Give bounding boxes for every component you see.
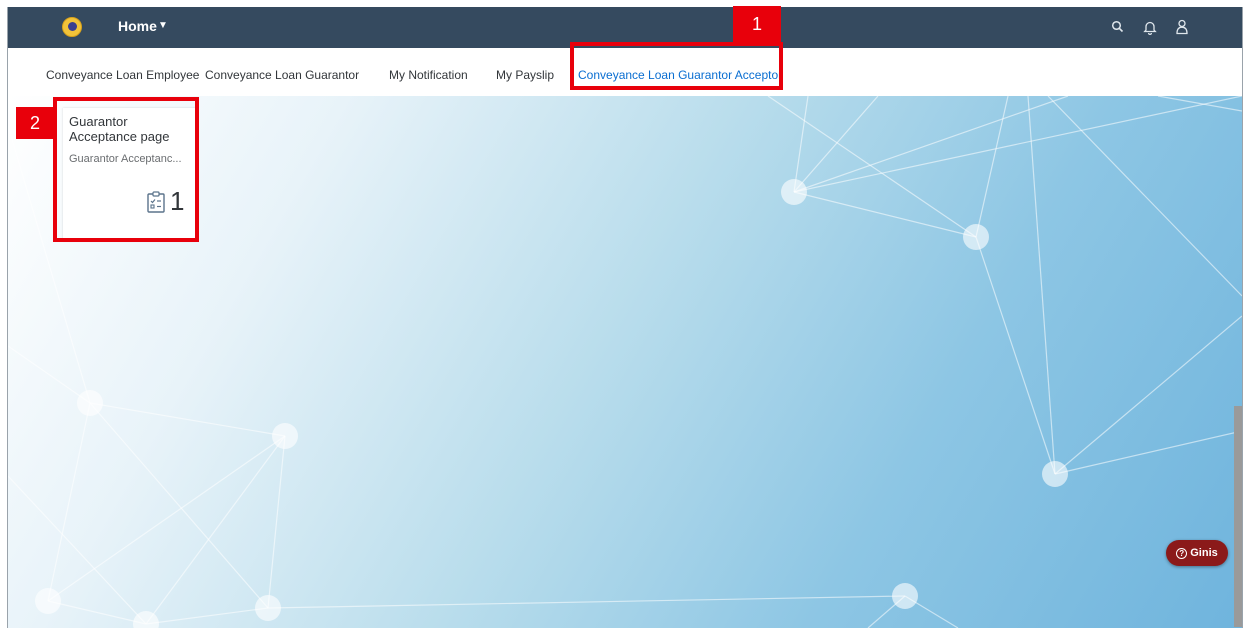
ginis-label: Ginis	[1190, 547, 1218, 559]
tab-my-notification[interactable]: My Notification	[389, 68, 468, 82]
annotation-label-1: 1	[733, 6, 781, 42]
chevron-down-icon[interactable]: ▼	[158, 20, 168, 31]
annotation-box-1	[570, 42, 783, 90]
company-logo[interactable]	[62, 17, 82, 37]
tab-conveyance-loan-employee[interactable]: Conveyance Loan Employee	[46, 68, 199, 82]
home-menu-button[interactable]: Home	[118, 18, 157, 34]
scrollbar[interactable]	[1234, 406, 1242, 627]
annotation-box-2	[53, 97, 199, 242]
user-icon[interactable]	[1172, 17, 1192, 37]
bell-icon[interactable]	[1140, 17, 1160, 37]
tab-conveyance-loan-guarantor[interactable]: Conveyance Loan Guarantor	[205, 68, 359, 82]
tab-my-payslip[interactable]: My Payslip	[496, 68, 554, 82]
search-icon[interactable]	[1108, 17, 1128, 37]
annotation-label-2: 2	[16, 107, 54, 139]
help-circle-icon: ?	[1176, 547, 1188, 559]
ginis-help-button[interactable]: ? Ginis	[1166, 540, 1228, 566]
